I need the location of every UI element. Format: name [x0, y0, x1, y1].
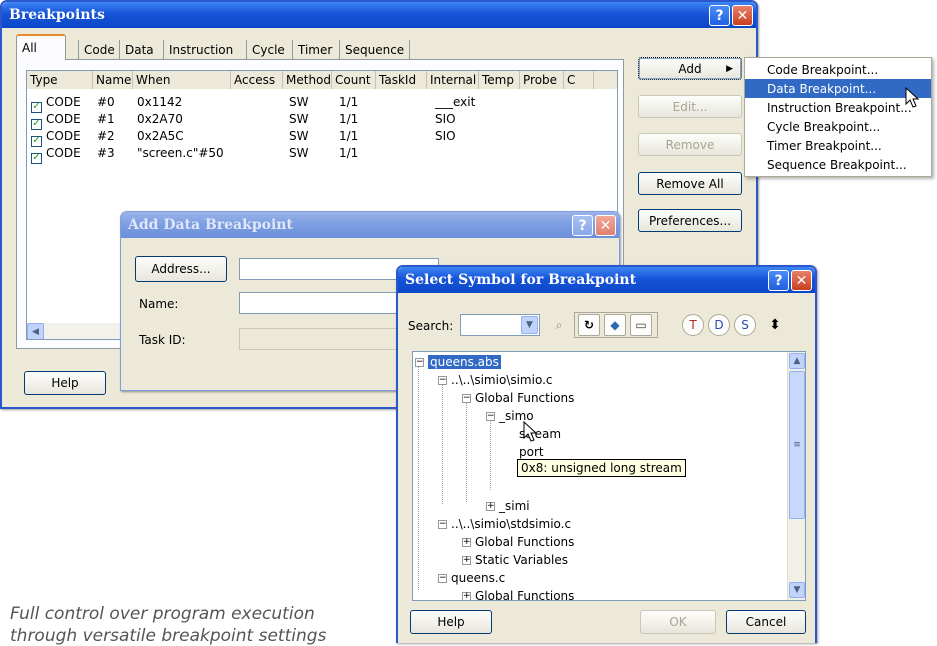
- symbol-tree: − queens.abs − ..\..\simio\simio.c − Global…: [412, 351, 806, 601]
- select-symbol-dialog: Select Symbol for Breakpoint ? ✕ Search:…: [396, 265, 817, 643]
- col-name[interactable]: Name: [93, 71, 133, 89]
- menu-item-cycle-breakpoint[interactable]: Cycle Breakpoint...: [745, 117, 931, 136]
- menu-item-timer-breakpoint[interactable]: Timer Breakpoint...: [745, 136, 931, 155]
- close-icon[interactable]: ✕: [595, 215, 616, 236]
- scroll-up-icon[interactable]: ▲: [789, 353, 805, 369]
- tab-all[interactable]: All: [16, 34, 66, 60]
- symbol-help-button[interactable]: Help: [410, 610, 492, 634]
- col-access[interactable]: Access: [231, 71, 283, 89]
- col-internal[interactable]: Internal: [427, 71, 479, 89]
- type-filter-icon[interactable]: T: [682, 314, 704, 336]
- table-row[interactable]: ✓ CODE #2 0x2A5C SW 1/1 SIO: [27, 127, 617, 147]
- close-icon[interactable]: ✕: [732, 5, 753, 26]
- tree-node-queens-c[interactable]: − queens.c: [438, 570, 505, 586]
- search-label: Search:: [408, 319, 454, 333]
- add-data-titlebar: Add Data Breakpoint ? ✕: [121, 212, 619, 238]
- col-when[interactable]: When: [133, 71, 231, 89]
- tree-node-global-functions-2[interactable]: + Global Functions: [462, 534, 574, 550]
- data-filter-icon[interactable]: D: [708, 314, 730, 336]
- static-filter-icon[interactable]: S: [734, 314, 756, 336]
- add-submenu: Code Breakpoint... Data Breakpoint... In…: [744, 57, 932, 177]
- ok-button[interactable]: OK: [640, 610, 716, 634]
- close-icon[interactable]: ✕: [791, 270, 812, 291]
- caption-line-2: through versatile breakpoint settings: [10, 626, 327, 646]
- menu-item-sequence-breakpoint[interactable]: Sequence Breakpoint...: [745, 155, 931, 174]
- caption-line-1: Full control over program execution: [10, 604, 315, 624]
- tree-node-static-variables[interactable]: + Static Variables: [462, 552, 568, 568]
- collapse-icon[interactable]: −: [462, 393, 471, 403]
- collapse-icon[interactable]: −: [438, 519, 447, 529]
- scroll-down-icon[interactable]: ▼: [789, 582, 805, 598]
- submenu-arrow-icon: ▶: [726, 63, 733, 74]
- expand-icon[interactable]: +: [462, 537, 471, 547]
- list-header: Type Name When Access Method Count TaskI…: [27, 71, 617, 89]
- col-count[interactable]: Count: [332, 71, 376, 89]
- tab-code[interactable]: Code: [78, 40, 120, 60]
- tab-data[interactable]: Data: [119, 40, 159, 60]
- check-icon[interactable]: ✓: [31, 152, 42, 164]
- address-button[interactable]: Address...: [135, 256, 227, 282]
- col-taskid[interactable]: TaskId: [376, 71, 427, 89]
- help-title-button[interactable]: ?: [709, 5, 730, 26]
- add-data-title: Add Data Breakpoint: [128, 217, 293, 233]
- tree-node-stdsimio[interactable]: − ..\..\simio\stdsimio.c: [438, 516, 571, 532]
- symbol-tooltip: 0x8: unsigned long stream: [517, 459, 686, 477]
- edit-button[interactable]: Edit...: [638, 95, 742, 118]
- expand-icon[interactable]: +: [486, 501, 495, 511]
- collapse-icon[interactable]: −: [438, 573, 447, 583]
- tab-sequence[interactable]: Sequence: [339, 40, 411, 60]
- menu-item-data-breakpoint[interactable]: Data Breakpoint...: [745, 79, 931, 98]
- breakpoints-titlebar: Breakpoints ? ✕: [2, 2, 756, 28]
- reload-icon[interactable]: ↻: [578, 314, 600, 336]
- dropdown-arrow-icon[interactable]: ▼: [521, 316, 538, 334]
- mouse-cursor-icon: [523, 421, 538, 442]
- binoculars-icon[interactable]: ⌕: [548, 314, 570, 336]
- table-row[interactable]: ✓ CODE #3 "screen.c"#50 SW 1/1: [27, 144, 617, 164]
- tab-instruction[interactable]: Instruction: [163, 40, 238, 60]
- name-label: Name:: [139, 297, 179, 311]
- help-title-button[interactable]: ?: [768, 270, 789, 291]
- remove-all-button[interactable]: Remove All: [638, 172, 742, 195]
- menu-item-code-breakpoint[interactable]: Code Breakpoint...: [745, 60, 931, 79]
- col-probe[interactable]: Probe: [520, 71, 564, 89]
- cancel-button[interactable]: Cancel: [726, 610, 806, 634]
- help-button[interactable]: Help: [24, 371, 106, 395]
- tab-timer[interactable]: Timer: [292, 40, 337, 60]
- preferences-button[interactable]: Preferences...: [638, 209, 742, 232]
- table-row[interactable]: ✓ CODE #1 0x2A70 SW 1/1 SIO: [27, 110, 617, 130]
- table-row[interactable]: ✓ CODE #0 0x1142 SW 1/1 ___exit: [27, 93, 617, 113]
- help-title-button[interactable]: ?: [572, 215, 593, 236]
- expand-icon[interactable]: +: [462, 555, 471, 565]
- mouse-cursor-icon: [905, 87, 920, 108]
- tree-node-port[interactable]: port: [519, 444, 544, 460]
- breakpoints-title: Breakpoints: [9, 7, 105, 23]
- tree-node-global-functions-3[interactable]: + Global Functions: [462, 588, 574, 600]
- symbol-title: Select Symbol for Breakpoint: [405, 272, 637, 288]
- tree-node-global-functions[interactable]: − Global Functions: [462, 390, 574, 406]
- search-input[interactable]: ▼: [460, 314, 540, 336]
- symbol-titlebar: Select Symbol for Breakpoint ? ✕: [398, 267, 815, 293]
- sort-icon[interactable]: ⬍: [764, 314, 786, 336]
- expand-icon[interactable]: +: [462, 591, 471, 600]
- tab-cycle[interactable]: Cycle: [246, 40, 290, 60]
- collapse-icon[interactable]: −: [438, 375, 447, 385]
- col-c[interactable]: C: [564, 71, 594, 89]
- vertical-scrollbar[interactable]: ▲ ≡ ▼: [787, 352, 805, 600]
- tree-node-simio[interactable]: − ..\..\simio\simio.c: [438, 372, 553, 388]
- variable-icon[interactable]: ◆: [604, 314, 626, 336]
- col-temp[interactable]: Temp: [479, 71, 520, 89]
- taskid-label: Task ID:: [139, 333, 186, 347]
- tree-node-simi[interactable]: + _simi: [486, 498, 530, 514]
- collapse-icon[interactable]: −: [415, 357, 424, 367]
- col-method[interactable]: Method: [283, 71, 332, 89]
- scroll-left-icon[interactable]: ◀: [27, 323, 44, 339]
- tree-node-root[interactable]: − queens.abs: [415, 354, 501, 370]
- col-type[interactable]: Type: [27, 71, 93, 89]
- remove-button[interactable]: Remove: [638, 133, 742, 156]
- field-icon[interactable]: ▭: [630, 314, 652, 336]
- collapse-icon[interactable]: −: [486, 411, 495, 421]
- scroll-thumb[interactable]: ≡: [789, 371, 805, 519]
- add-button[interactable]: Add ▶: [638, 57, 742, 80]
- menu-item-instruction-breakpoint[interactable]: Instruction Breakpoint...: [745, 98, 931, 117]
